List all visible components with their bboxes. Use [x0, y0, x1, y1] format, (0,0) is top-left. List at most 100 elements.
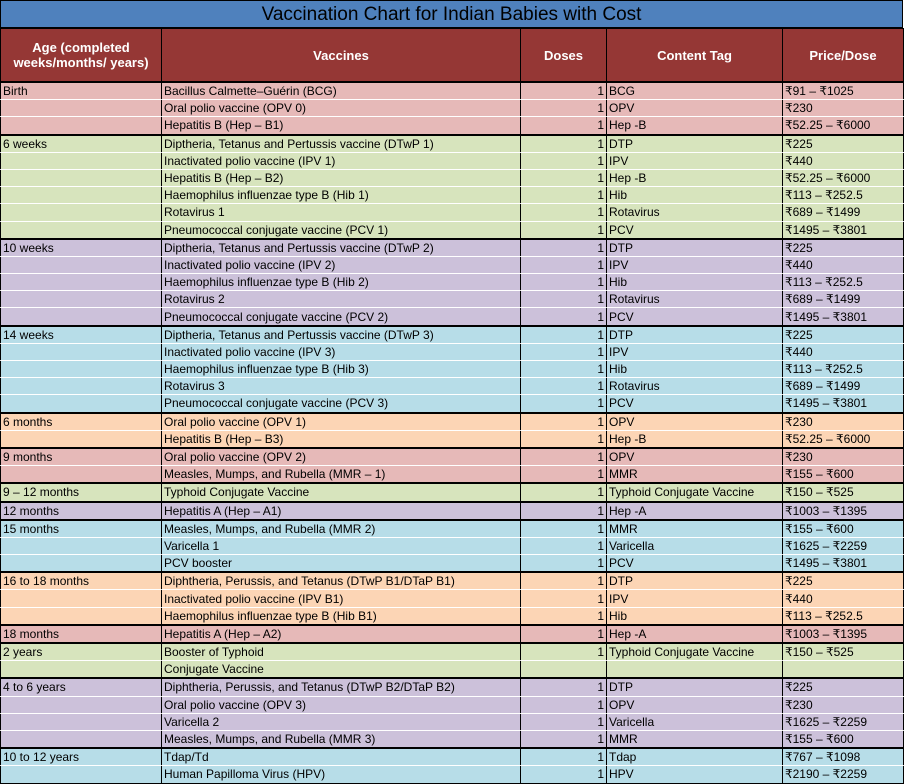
cell-age: [0, 343, 162, 362]
cell-content-tag: Hib: [606, 360, 783, 379]
cell-doses: 1: [520, 696, 607, 714]
cell-price: ₹52.25 – ₹6000: [782, 116, 904, 136]
cell-doses: 1: [520, 394, 607, 414]
cell-content-tag: MMR: [606, 465, 783, 484]
cell-content-tag: OPV: [606, 411, 783, 431]
cell-content-tag: Hib: [606, 607, 783, 626]
cell-doses: 1: [520, 343, 607, 362]
cell-age: [0, 256, 162, 275]
table-row: 14 weeks Diptheria, Tetanus and Pertussis…: [0, 324, 904, 344]
cell-vaccine: Hepatitis B (Hep – B3): [161, 430, 521, 449]
cell-vaccine: Inactivated polio vaccine (IPV 1): [161, 152, 521, 170]
table-row: 10 weeks Diptheria, Tetanus and Pertussis…: [0, 237, 904, 257]
cell-vaccine: Diphtheria, Perussis, and Tetanus (DTwP …: [161, 571, 521, 591]
cell-doses: 1: [520, 446, 607, 467]
cell-vaccine: Tdap/Td: [161, 747, 521, 767]
cell-doses: 1: [520, 607, 607, 626]
cell-vaccine: Diptheria, Tetanus and Pertussis vaccine…: [161, 133, 521, 153]
cell-price: ₹150 – ₹525: [782, 482, 904, 503]
cell-content-tag: OPV: [606, 99, 783, 118]
table-row: Rotavirus 2 1 Rotavirus ₹689 – ₹1499: [0, 290, 904, 309]
table-row: 15 months Measles, Mumps, and Rubella (MM…: [0, 518, 904, 538]
cell-price: ₹440: [782, 343, 904, 362]
cell-price: ₹225: [782, 237, 904, 257]
cell-vaccine: Hepatitis B (Hep – B2): [161, 169, 521, 188]
table-row: Inactivated polio vaccine (IPV 1) 1 IPV ₹44…: [0, 152, 904, 170]
cell-doses: 1: [520, 81, 607, 101]
cell-age: [0, 221, 162, 240]
cell-doses: 1: [520, 237, 607, 257]
cell-price: ₹113 – ₹252.5: [782, 186, 904, 205]
cell-age: [0, 430, 162, 449]
cell-age: 15 months: [0, 518, 162, 538]
cell-age: Birth: [0, 81, 162, 101]
cell-price: ₹1625 – ₹2259: [782, 537, 904, 556]
cell-price: ₹230: [782, 446, 904, 467]
cell-vaccine: Booster of Typhoid: [161, 642, 521, 662]
cell-content-tag: PCV: [606, 307, 783, 327]
cell-vaccine: Bacillus Calmette–Guérin (BCG): [161, 81, 521, 101]
cell-price: ₹230: [782, 411, 904, 431]
table-row: Birth Bacillus Calmette–Guérin (BCG) 1 BCG ₹…: [0, 81, 904, 101]
cell-content-tag: PCV: [606, 394, 783, 414]
cell-price: ₹230: [782, 696, 904, 714]
cell-doses: 1: [520, 537, 607, 556]
cell-vaccine: Diphtheria, Perussis, and Tetanus (DTwP …: [161, 677, 521, 697]
cell-age: 10 to 12 years: [0, 747, 162, 767]
cell-age: [0, 360, 162, 379]
cell-vaccine: Diptheria, Tetanus and Pertussis vaccine…: [161, 237, 521, 257]
cell-age: 6 months: [0, 411, 162, 431]
cell-content-tag: PCV: [606, 554, 783, 573]
cell-doses: 1: [520, 290, 607, 309]
cell-price: ₹1495 – ₹3801: [782, 307, 904, 327]
cell-doses: 1: [520, 730, 607, 749]
cell-vaccine: Haemophilus influenzae type B (Hib 1): [161, 186, 521, 205]
cell-doses: 1: [520, 465, 607, 484]
table-row: Haemophilus influenzae type B (Hib 3) 1 Hi…: [0, 360, 904, 379]
cell-content-tag: Hep -A: [606, 500, 783, 521]
table-row: Inactivated polio vaccine (IPV 3) 1 IPV ₹44…: [0, 343, 904, 362]
cell-doses: 1: [520, 571, 607, 591]
cell-price: ₹440: [782, 152, 904, 170]
cell-age: 2 years: [0, 642, 162, 662]
cell-doses: 1: [520, 765, 607, 784]
cell-vaccine: Rotavirus 1: [161, 203, 521, 222]
table-row: Haemophilus influenzae type B (Hib 2) 1 Hi…: [0, 273, 904, 292]
cell-age: 9 – 12 months: [0, 482, 162, 503]
table-row: 6 months Oral polio vaccine (OPV 1) 1 OPV ₹2…: [0, 411, 904, 431]
table-row: Rotavirus 3 1 Rotavirus ₹689 – ₹1499: [0, 377, 904, 396]
cell-price: ₹1003 – ₹1395: [782, 500, 904, 521]
cell-vaccine: Human Papilloma Virus (HPV): [161, 765, 521, 784]
table-row: Varicella 2 1 Varicella ₹1625 – ₹2259: [0, 713, 904, 731]
cell-vaccine: Diptheria, Tetanus and Pertussis vaccine…: [161, 324, 521, 344]
cell-vaccine: Measles, Mumps, and Rubella (MMR – 1): [161, 465, 521, 484]
cell-age: [0, 537, 162, 556]
cell-price: ₹440: [782, 589, 904, 608]
cell-vaccine: Pneumococcal conjugate vaccine (PCV 2): [161, 307, 521, 327]
cell-content-tag: Rotavirus: [606, 377, 783, 396]
cell-vaccine: PCV booster: [161, 554, 521, 573]
table-row: 6 weeks Diptheria, Tetanus and Pertussis …: [0, 133, 904, 153]
cell-content-tag: Hep -B: [606, 169, 783, 188]
cell-content-tag: Varicella: [606, 537, 783, 556]
cell-price: ₹155 – ₹600: [782, 518, 904, 538]
cell-age: [0, 765, 162, 784]
cell-age: [0, 307, 162, 327]
cell-price: ₹225: [782, 133, 904, 153]
cell-vaccine: Hepatitis B (Hep – B1): [161, 116, 521, 136]
cell-vaccine: Haemophilus influenzae type B (Hib 3): [161, 360, 521, 379]
cell-price: ₹689 – ₹1499: [782, 290, 904, 309]
cell-vaccine: Rotavirus 3: [161, 377, 521, 396]
sheet-title: Vaccination Chart for Indian Babies with…: [0, 0, 903, 28]
cell-price: ₹155 – ₹600: [782, 730, 904, 749]
cell-age: [0, 186, 162, 205]
cell-age: 10 weeks: [0, 237, 162, 257]
header-content-tag: Content Tag: [606, 28, 783, 83]
table-row: Haemophilus influenzae type B (Hib 1) 1 Hi…: [0, 186, 904, 205]
table-row: Conjugate Vaccine: [0, 660, 904, 679]
cell-age: [0, 713, 162, 731]
cell-doses: 1: [520, 747, 607, 767]
cell-doses: 1: [520, 273, 607, 292]
cell-content-tag: IPV: [606, 152, 783, 170]
cell-age: [0, 589, 162, 608]
